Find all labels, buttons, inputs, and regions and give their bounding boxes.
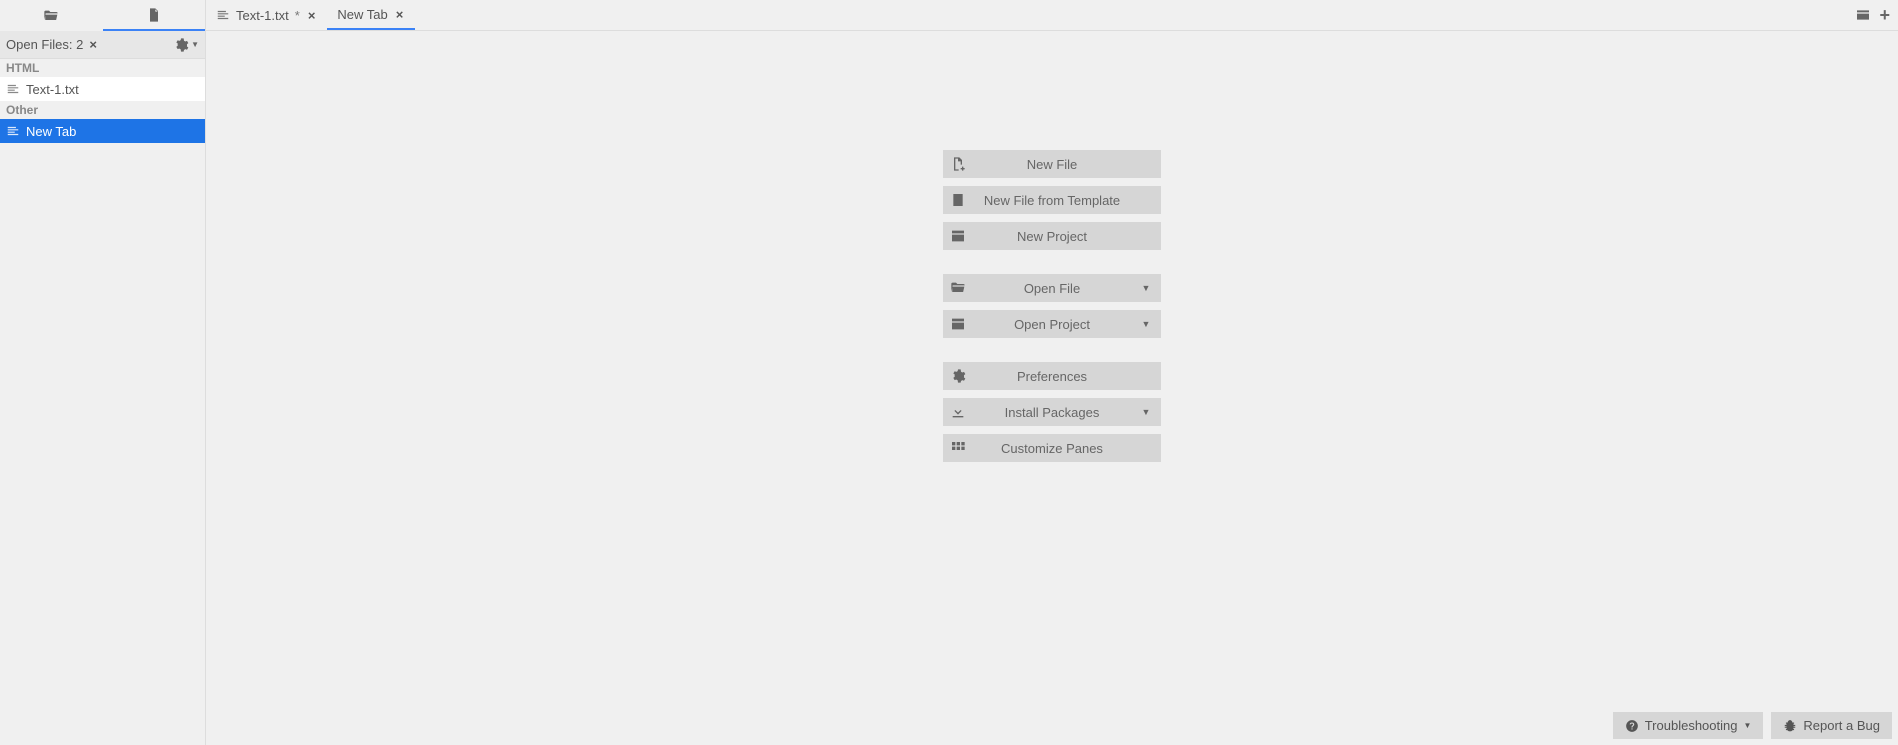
troubleshooting-button[interactable]: Troubleshooting ▼ xyxy=(1613,712,1764,739)
close-tab[interactable]: × xyxy=(306,8,318,23)
left-tab-open-files[interactable] xyxy=(103,0,206,31)
new-file-icon xyxy=(950,156,966,172)
lines-icon xyxy=(6,82,20,96)
welcome-button-label: Preferences xyxy=(973,369,1161,384)
group-header: HTML xyxy=(0,59,205,77)
project-icon xyxy=(950,316,966,332)
footer: Troubleshooting ▼ Report a Bug xyxy=(1613,712,1892,739)
gear-dropdown-caret[interactable]: ▼ xyxy=(191,40,199,49)
lines-icon xyxy=(6,124,20,138)
group-header: Other xyxy=(0,101,205,119)
help-icon xyxy=(1625,719,1639,733)
report-bug-label: Report a Bug xyxy=(1803,718,1880,733)
file-row[interactable]: Text-1.txt xyxy=(0,77,205,101)
left-panel-tabs xyxy=(0,0,205,31)
new-tab-button[interactable]: + xyxy=(1875,6,1894,24)
left-tab-places[interactable] xyxy=(0,0,103,31)
open-files-label: Open Files: 2 xyxy=(6,37,83,52)
welcome-open-project-button[interactable]: Open Project▼ xyxy=(943,310,1161,338)
document-icon xyxy=(146,7,162,23)
welcome-new-file-button[interactable]: New File xyxy=(943,150,1161,178)
report-bug-button[interactable]: Report a Bug xyxy=(1771,712,1892,739)
left-panel: Open Files: 2 × ▼ HTML Text-1.txt Other New… xyxy=(0,0,206,745)
troubleshooting-label: Troubleshooting xyxy=(1645,718,1738,733)
welcome-preferences-button[interactable]: Preferences xyxy=(943,362,1161,390)
welcome-customize-panes-button[interactable]: Customize Panes xyxy=(943,434,1161,462)
close-all-files[interactable]: × xyxy=(89,37,97,52)
welcome-open-file-button[interactable]: Open File▼ xyxy=(943,274,1161,302)
project-icon xyxy=(950,228,966,244)
close-tab[interactable]: × xyxy=(394,7,406,22)
welcome-button-label: Open Project xyxy=(973,317,1131,332)
chevron-down-icon: ▼ xyxy=(1131,283,1161,293)
welcome-button-label: New File xyxy=(973,157,1161,172)
bug-icon xyxy=(1783,719,1797,733)
welcome-button-label: Customize Panes xyxy=(973,441,1161,456)
file-row[interactable]: New Tab xyxy=(0,119,205,143)
lines-icon xyxy=(216,8,230,22)
chevron-down-icon: ▼ xyxy=(1131,319,1161,329)
welcome-button-label: New Project xyxy=(973,229,1161,244)
welcome-install-packages-button[interactable]: Install Packages▼ xyxy=(943,398,1161,426)
welcome-new-file-from-template-button[interactable]: New File from Template xyxy=(943,186,1161,214)
gear-icon[interactable] xyxy=(173,37,189,53)
file-row-label: Text-1.txt xyxy=(26,82,79,97)
editor-tab[interactable]: Text-1.txt * × xyxy=(206,0,327,30)
welcome-button-label: Install Packages xyxy=(973,405,1131,420)
welcome-button-label: New File from Template xyxy=(973,193,1161,208)
dirty-indicator: * xyxy=(295,8,300,23)
file-row-label: New Tab xyxy=(26,124,76,139)
pane-menu-icon[interactable] xyxy=(1855,7,1871,23)
open-files-bar: Open Files: 2 × ▼ xyxy=(0,31,205,59)
main-area: Text-1.txt*×New Tab× + New FileNew File … xyxy=(206,0,1898,745)
folder-open-icon xyxy=(43,8,59,24)
download-icon xyxy=(950,404,966,420)
welcome-new-project-button[interactable]: New Project xyxy=(943,222,1161,250)
gear-icon xyxy=(950,368,966,384)
welcome-panel: New File New File from Template New Projec… xyxy=(943,150,1161,486)
grid-icon xyxy=(950,440,966,456)
template-icon xyxy=(950,192,966,208)
folder-open-icon xyxy=(950,280,966,296)
chevron-down-icon: ▼ xyxy=(1743,721,1751,730)
chevron-down-icon: ▼ xyxy=(1131,407,1161,417)
editor-tab[interactable]: New Tab × xyxy=(327,0,415,30)
tabstrip: Text-1.txt * × New Tab × + xyxy=(206,0,1898,31)
welcome-button-label: Open File xyxy=(973,281,1131,296)
tab-label: New Tab xyxy=(337,7,387,22)
tab-label: Text-1.txt xyxy=(236,8,289,23)
